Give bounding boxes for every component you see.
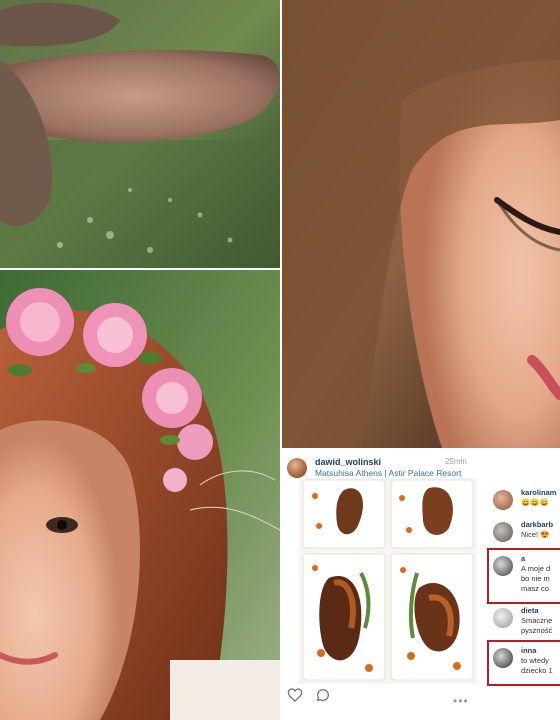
more-icon[interactable]: ••• xyxy=(453,694,469,708)
comment-username[interactable]: darkbarb xyxy=(521,520,553,529)
comment-text: Smaczne xyxy=(521,616,553,625)
post-username[interactable]: dawid_wolinski xyxy=(315,457,381,467)
post-photo[interactable] xyxy=(299,478,477,684)
list-item[interactable]: dieta Smaczne pyszność xyxy=(491,604,560,640)
heart-icon[interactable] xyxy=(287,687,303,703)
comment-username[interactable]: inna xyxy=(521,646,536,655)
avatar[interactable] xyxy=(493,556,513,576)
instagram-post-card: dawid_wolinski 25min Matsuhisa Athens | … xyxy=(281,450,560,720)
flower-crown-photo xyxy=(0,270,280,720)
comment-username[interactable]: dieta xyxy=(521,606,539,615)
face-closeup-photo xyxy=(282,0,560,448)
comment-text: Nice! 😍 xyxy=(521,530,550,539)
comment-text: pyszność xyxy=(521,626,553,635)
comment-text: 😀😀😀 xyxy=(521,498,550,507)
comment-icon[interactable] xyxy=(315,687,331,703)
list-item[interactable]: a A moje d bo nie m masz co xyxy=(491,552,560,596)
list-item[interactable]: inna to wtedy dziecko 1 xyxy=(491,644,560,680)
avatar[interactable] xyxy=(493,490,513,510)
comment-username[interactable]: a xyxy=(521,554,525,563)
comment-text: masz co xyxy=(521,584,549,593)
avatar[interactable] xyxy=(493,522,513,542)
comment-text: bo nie m xyxy=(521,574,550,583)
avatar[interactable] xyxy=(493,648,513,668)
list-item[interactable]: karolinam 😀😀😀 xyxy=(491,486,560,522)
avatar[interactable] xyxy=(287,458,307,478)
rabbit-photo xyxy=(0,0,280,268)
comment-text: A moje d xyxy=(521,564,551,573)
post-time: 25min xyxy=(445,457,467,466)
comment-username[interactable]: karolinam xyxy=(521,488,556,497)
post-actions: ••• xyxy=(281,686,560,708)
post-location[interactable]: Matsuhisa Athens | Astir Palace Resort xyxy=(315,468,461,478)
comment-text: to wtedy xyxy=(521,656,549,665)
comment-text: dziecko 1 xyxy=(521,666,553,675)
avatar[interactable] xyxy=(493,608,513,628)
